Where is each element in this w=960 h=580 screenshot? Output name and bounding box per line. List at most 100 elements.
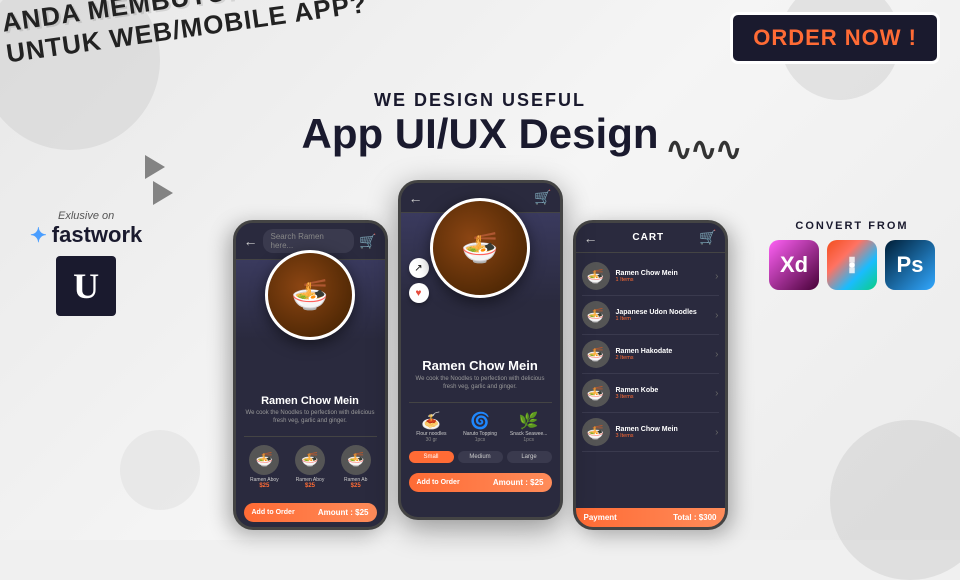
- headline-sub: WE DESIGN USEFUL: [0, 90, 960, 111]
- cart-item-sub-3: 2 Items: [616, 355, 716, 361]
- cart-icon-right[interactable]: 🛒: [699, 229, 716, 246]
- cart-item-5[interactable]: 🍜 Ramen Chow Mein 3 Items ›: [582, 413, 719, 452]
- food-desc-center: We cook the Noodles to perfection with d…: [409, 376, 552, 392]
- cart-item-2[interactable]: 🍜 Japanese Udon Noodles 1 Item ›: [582, 296, 719, 335]
- size-medium[interactable]: Medium: [458, 451, 503, 463]
- cart-item-info-4: Ramen Kobe 3 Items: [616, 387, 716, 400]
- add-btn-amount-center: Amount : $25: [493, 478, 544, 487]
- divider-1: [244, 436, 377, 437]
- food-circle-left: 🍜: [265, 250, 355, 340]
- cart-item-sub-4: 3 Items: [616, 394, 716, 400]
- cart-footer[interactable]: Payment Total : $300: [576, 508, 725, 527]
- chevron-4: ›: [715, 388, 718, 399]
- add-to-order-left[interactable]: Add to Order Amount : $25: [244, 503, 377, 522]
- cart-total: Total : $300: [673, 513, 716, 522]
- action-icons: ↗ ♥: [409, 258, 429, 303]
- thumb-1: 🍜 Ramen Aboy $25: [244, 445, 286, 489]
- thumb-price-2: $25: [289, 483, 331, 489]
- cart-item-img-2: 🍜: [582, 301, 610, 329]
- chevron-1: ›: [715, 271, 718, 282]
- search-placeholder: Search Ramen here...: [271, 232, 324, 250]
- ing-icon-2: 🌀: [470, 413, 490, 430]
- phone-mockups: ← Search Ramen here... 🛒 🍜 Ramen Chow Me…: [170, 140, 790, 540]
- cart-item-1[interactable]: 🍜 Ramen Chow Mein 1 Items ›: [582, 257, 719, 296]
- back-icon-center[interactable]: ←: [409, 190, 423, 206]
- add-btn-amount-left: Amount : $25: [318, 508, 369, 517]
- ingredient-3: 🌿 Snack Seawee... 1pcs: [506, 411, 552, 443]
- cart-item-sub-1: 1 Items: [616, 277, 716, 283]
- thumb-circle-3: 🍜: [341, 445, 371, 475]
- cart-item-name-2: Japanese Udon Noodles: [616, 309, 716, 316]
- figma-icon: [827, 240, 877, 290]
- convert-from-section: CONVERT FROM Xd Ps: [769, 220, 935, 290]
- cart-item-img-5: 🍜: [582, 418, 610, 446]
- cart-item-sub-2: 1 Item: [616, 316, 716, 322]
- cart-item-3[interactable]: 🍜 Ramen Hakodate 2 Items ›: [582, 335, 719, 374]
- payment-button[interactable]: Payment: [584, 513, 617, 522]
- convert-label: CONVERT FROM: [769, 220, 935, 232]
- photoshop-icon: Ps: [885, 240, 935, 290]
- back-icon-right[interactable]: ←: [584, 230, 598, 246]
- chevron-2: ›: [715, 310, 718, 321]
- cart-title: CART: [632, 232, 664, 243]
- thumb-price-3: $25: [335, 483, 377, 489]
- fastwork-section: Exlusive on ✦ fastwork U: [30, 210, 142, 324]
- cart-item-img-1: 🍜: [582, 262, 610, 290]
- cart-item-name-3: Ramen Hakodate: [616, 348, 716, 355]
- cart-item-4[interactable]: 🍜 Ramen Kobe 3 Items ›: [582, 374, 719, 413]
- food-title-center: Ramen Chow Mein: [409, 358, 552, 373]
- fastwork-logo: ✦ fastwork: [30, 222, 142, 248]
- thumb-circle-1: 🍜: [249, 445, 279, 475]
- arrow-decorations: [145, 155, 173, 205]
- ing-amount-1: 30 gr: [409, 437, 455, 443]
- divider-c1: [409, 402, 552, 403]
- cart-icon[interactable]: 🛒: [359, 233, 376, 250]
- food-desc-left: We cook the Noodles to perfection with d…: [244, 410, 377, 426]
- phone-left: ← Search Ramen here... 🛒 🍜 Ramen Chow Me…: [233, 220, 388, 530]
- fastwork-name: fastwork: [52, 222, 142, 248]
- cart-icon-center[interactable]: 🛒: [534, 189, 551, 206]
- thumb-price-1: $25: [244, 483, 286, 489]
- order-now-label: ORDER NOW !: [753, 25, 917, 50]
- thumb-circle-2: 🍜: [295, 445, 325, 475]
- food-image-area: 🍜: [236, 260, 385, 340]
- ingredient-1: 🍝 Flour noodles 30 gr: [409, 411, 455, 443]
- ing-icon-3: 🌿: [519, 413, 539, 430]
- ing-amount-2: 1pcs: [457, 437, 503, 443]
- cart-item-sub-5: 3 Items: [616, 433, 716, 439]
- size-small[interactable]: Small: [409, 451, 454, 463]
- phone-center: ← 🛒 ↗ ♥ 🍜 Ramen Chow Mein We cook the No…: [398, 180, 563, 520]
- cart-item-info-2: Japanese Udon Noodles 1 Item: [616, 309, 716, 322]
- add-btn-label-center: Add to Order: [417, 479, 460, 486]
- ing-icon-1: 🍝: [421, 413, 441, 430]
- chevron-5: ›: [715, 427, 718, 438]
- add-btn-label-left: Add to Order: [252, 509, 295, 516]
- heart-icon[interactable]: ♥: [409, 283, 429, 303]
- tool-icons: Xd Ps: [769, 240, 935, 290]
- share-icon[interactable]: ↗: [409, 258, 429, 278]
- ing-name-3: Snack Seawee...: [506, 431, 552, 437]
- ingredients-row: 🍝 Flour noodles 30 gr 🌀 Naruto Topping 1…: [409, 411, 552, 443]
- add-to-order-center[interactable]: Add to Order Amount : $25: [409, 473, 552, 492]
- ing-amount-3: 1pcs: [506, 437, 552, 443]
- thumbnail-row: 🍜 Ramen Aboy $25 🍜 Ramen Aboy $25 🍜 Rame…: [244, 445, 377, 489]
- u-logo: U: [56, 256, 116, 316]
- phone-right: ← CART 🛒 🍜 Ramen Chow Mein 1 Items › 🍜 J…: [573, 220, 728, 530]
- cart-item-name-1: Ramen Chow Mein: [616, 270, 716, 277]
- cart-items-list: 🍜 Ramen Chow Mein 1 Items › 🍜 Japanese U…: [576, 253, 725, 508]
- food-image-center: ↗ ♥ 🍜: [401, 213, 560, 303]
- food-circle-center: 🍜: [430, 198, 530, 298]
- back-icon[interactable]: ←: [244, 233, 258, 249]
- cart-item-info-1: Ramen Chow Mein 1 Items: [616, 270, 716, 283]
- order-now-button[interactable]: ORDER NOW !: [730, 12, 940, 64]
- thumb-3: 🍜 Ramen Ab $25: [335, 445, 377, 489]
- cart-item-name-4: Ramen Kobe: [616, 387, 716, 394]
- thumb-2: 🍜 Ramen Aboy $25: [289, 445, 331, 489]
- arrow-1: [145, 155, 165, 179]
- cart-item-img-4: 🍜: [582, 379, 610, 407]
- phone-center-body: Ramen Chow Mein We cook the Noodles to p…: [401, 303, 560, 517]
- cart-item-img-3: 🍜: [582, 340, 610, 368]
- cart-item-name-5: Ramen Chow Mein: [616, 426, 716, 433]
- size-large[interactable]: Large: [507, 451, 552, 463]
- size-row: Small Medium Large: [409, 451, 552, 463]
